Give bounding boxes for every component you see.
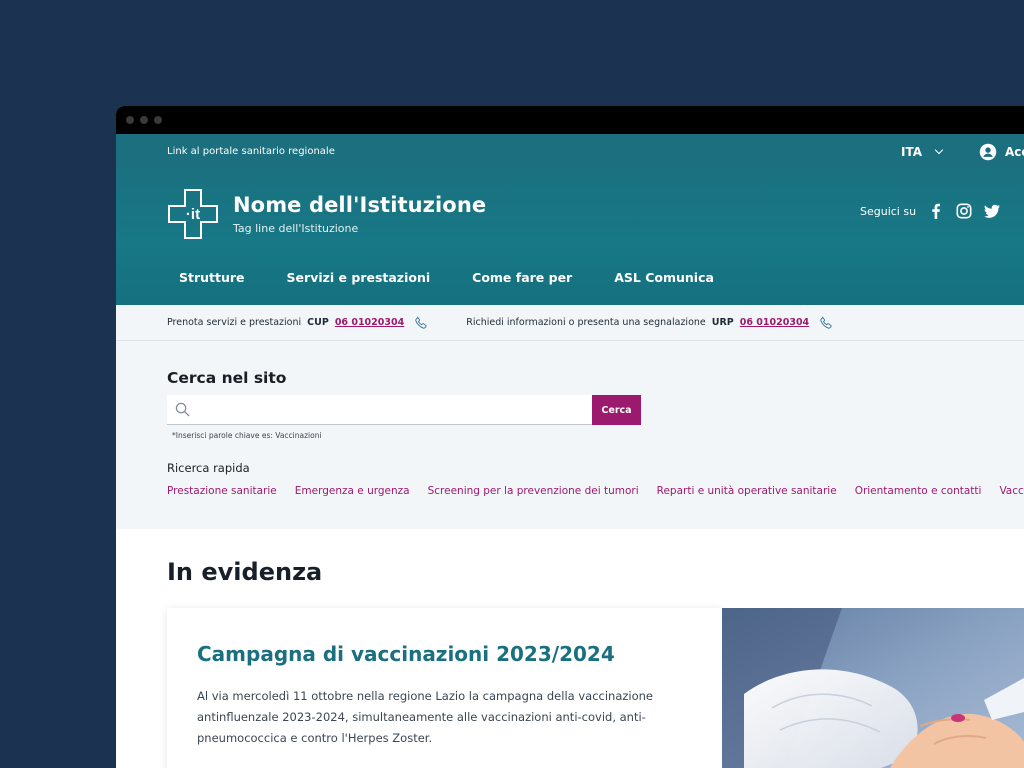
urp-text: Richiedi informazioni o presenta una seg… (466, 317, 706, 328)
search-icon (175, 402, 190, 417)
search-button[interactable]: Cerca (592, 395, 641, 425)
highlight-card[interactable]: Campagna di vaccinazioni 2023/2024 Al vi… (167, 608, 723, 768)
window-maximize-dot[interactable] (154, 116, 162, 124)
nav-item-servizi[interactable]: Servizi e prestazioni (275, 270, 437, 285)
cup-contact: Prenota servizi e prestazioni CUP 06 010… (167, 315, 428, 330)
institution-tagline: Tag line dell'Istituzione (233, 222, 359, 235)
urp-label: URP (711, 317, 734, 328)
login-button[interactable]: Accedi (979, 143, 1024, 161)
quick-link-reparti[interactable]: Reparti e unità operative sanitarie (657, 485, 837, 497)
language-selector[interactable]: ITA (901, 144, 944, 159)
login-label: Accedi (1005, 144, 1024, 159)
urp-contact: Richiedi informazioni o presenta una seg… (466, 315, 833, 330)
quick-search-links: Prestazione sanitarie Emergenza e urgenz… (167, 485, 1024, 497)
window-minimize-dot[interactable] (140, 116, 148, 124)
search-input[interactable] (197, 395, 587, 424)
card-text: Al via mercoledì 11 ottobre nella region… (197, 689, 654, 745)
search-hint: *Inserisci parole chiave es: Vaccinazion… (172, 431, 322, 440)
social-label: Seguici su (860, 204, 917, 218)
window-chrome (116, 106, 1024, 134)
nav-item-strutture[interactable]: Strutture (167, 270, 251, 285)
slim-header-actions: ITA Accedi (901, 134, 1024, 169)
quick-search-title: Ricerca rapida (167, 461, 250, 475)
quick-link-screening[interactable]: Screening per la prevenzione dei tumori (428, 485, 639, 497)
quick-link-orientamento[interactable]: Orientamento e contatti (855, 485, 982, 497)
social-links: Seguici su (860, 203, 1001, 219)
phone-icon[interactable] (414, 315, 428, 330)
quick-link-emergenza[interactable]: Emergenza e urgenza (295, 485, 410, 497)
main-navigation: Strutture Servizi e prestazioni Come far… (167, 270, 720, 285)
browser-window: Link al portale sanitario regionale ITA … (116, 106, 1024, 768)
cup-label: CUP (307, 317, 329, 328)
logo-text: ·it (186, 206, 200, 223)
quick-link-vaccinazioni[interactable]: Vaccinazioni (999, 485, 1024, 497)
card-title[interactable]: Campagna di vaccinazioni 2023/2024 (197, 642, 615, 666)
slim-header: Link al portale sanitario regionale ITA … (116, 134, 1024, 169)
search-section: Cerca nel sito Cerca *Inserisci parole c… (116, 341, 1024, 529)
twitter-icon[interactable] (984, 203, 1001, 219)
vaccination-image (722, 608, 1024, 768)
instagram-icon[interactable] (956, 203, 972, 219)
cup-text: Prenota servizi e prestazioni (167, 317, 302, 328)
language-label: ITA (901, 144, 923, 159)
search-title: Cerca nel sito (167, 369, 287, 387)
urp-phone-link[interactable]: 06 01020304 (740, 317, 809, 328)
search-field[interactable] (167, 395, 593, 425)
window-close-dot[interactable] (126, 116, 134, 124)
nav-item-asl-comunica[interactable]: ASL Comunica (602, 270, 720, 285)
regional-portal-link[interactable]: Link al portale sanitario regionale (167, 146, 335, 157)
contacts-bar: Prenota servizi e prestazioni CUP 06 010… (116, 305, 1024, 341)
institution-name[interactable]: Nome dell'Istituzione (233, 193, 486, 217)
chevron-down-icon (934, 145, 944, 154)
center-header: ·it Nome dell'Istituzione Tag line dell'… (116, 169, 1024, 305)
highlight-section-title: In evidenza (167, 558, 323, 586)
quick-link-prestazione[interactable]: Prestazione sanitarie (167, 485, 277, 497)
institution-logo-icon[interactable]: ·it (168, 189, 218, 239)
user-icon (979, 143, 997, 160)
cup-phone-link[interactable]: 06 01020304 (335, 317, 404, 328)
facebook-icon[interactable] (928, 203, 944, 219)
nav-item-come-fare-per[interactable]: Come fare per (460, 270, 578, 285)
phone-icon[interactable] (819, 315, 833, 330)
vaccination-photo (722, 608, 1024, 768)
